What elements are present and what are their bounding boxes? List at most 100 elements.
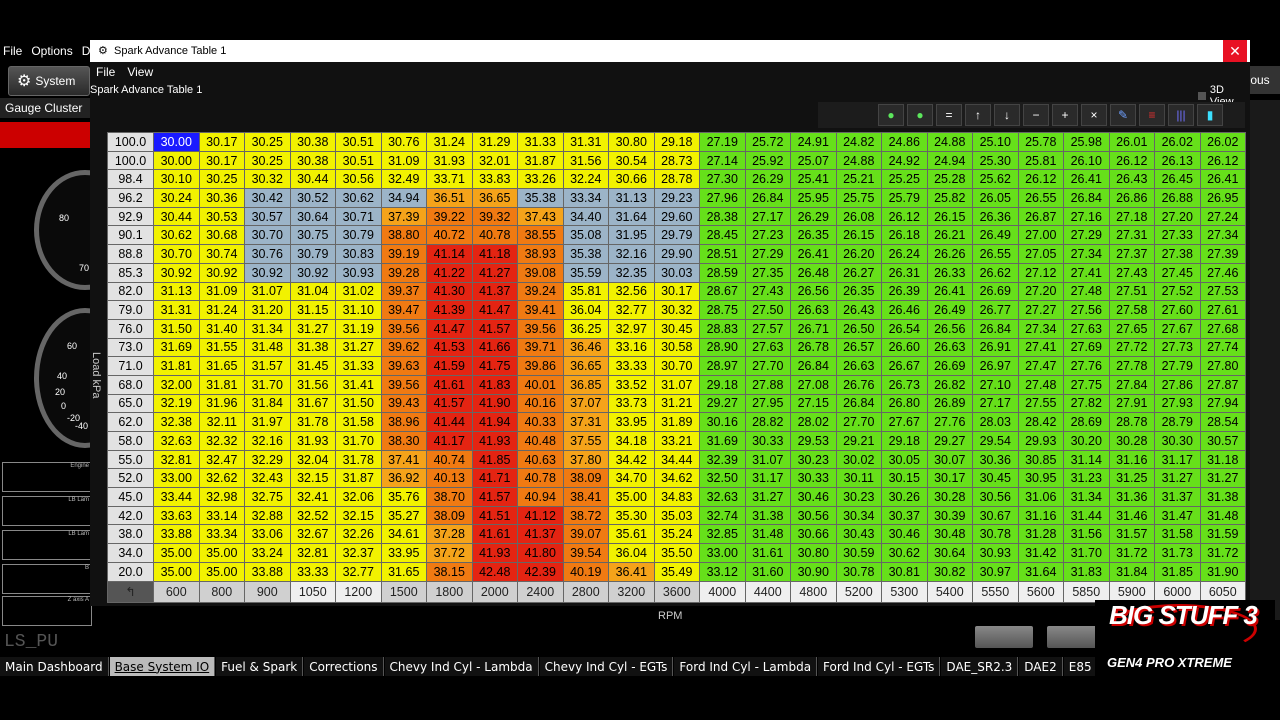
- table-cell[interactable]: 32.15: [335, 505, 382, 526]
- table-cell[interactable]: 30.66: [608, 169, 655, 190]
- table-cell[interactable]: 38.72: [562, 505, 609, 526]
- table-cell[interactable]: 30.81: [881, 561, 928, 582]
- table-cell[interactable]: 27.48: [1017, 374, 1064, 395]
- table-cell[interactable]: 27.72: [1108, 337, 1155, 358]
- table-cell[interactable]: 30.28: [926, 487, 973, 507]
- load-header-cell[interactable]: 65.0: [107, 393, 154, 414]
- table-cell[interactable]: 41.61: [426, 374, 473, 395]
- table-cell[interactable]: 31.27: [289, 318, 336, 339]
- table-cell[interactable]: 31.07: [244, 281, 291, 302]
- table-cell[interactable]: 42.39: [517, 561, 564, 582]
- table-cell[interactable]: 26.49: [926, 300, 973, 320]
- table-cell[interactable]: 31.02: [335, 281, 382, 302]
- table-cell[interactable]: 41.66: [471, 337, 518, 358]
- table-cell[interactable]: 30.78: [835, 561, 882, 582]
- table-cell[interactable]: 30.68: [198, 225, 245, 246]
- table-cell[interactable]: 30.17: [198, 132, 245, 152]
- table-cell[interactable]: 26.35: [790, 225, 837, 246]
- table-cell[interactable]: 27.56: [1063, 300, 1110, 320]
- rpm-header-cell[interactable]: 5300: [881, 580, 928, 603]
- table-cell[interactable]: 32.56: [608, 281, 655, 302]
- table-cell[interactable]: 30.17: [198, 150, 245, 171]
- table-cell[interactable]: 31.46: [1108, 505, 1155, 526]
- table-cell[interactable]: 41.27: [471, 262, 518, 283]
- table-cell[interactable]: 30.16: [699, 412, 746, 432]
- table-cell[interactable]: 39.41: [517, 300, 564, 320]
- table-cell[interactable]: 30.17: [926, 468, 973, 489]
- table-cell[interactable]: 38.70: [426, 487, 473, 507]
- table-cell[interactable]: 31.84: [244, 393, 291, 414]
- table-cell[interactable]: 38.55: [517, 225, 564, 246]
- table-cell[interactable]: 30.39: [926, 505, 973, 526]
- table-cell[interactable]: 30.52: [289, 188, 336, 208]
- table-cell[interactable]: 26.56: [790, 281, 837, 302]
- table-cell[interactable]: 33.63: [153, 505, 200, 526]
- load-header-cell[interactable]: 100.0: [107, 150, 154, 171]
- table-cell[interactable]: 37.31: [562, 412, 609, 432]
- table-cell[interactable]: 31.93: [426, 150, 473, 171]
- table-cell[interactable]: 26.12: [881, 206, 928, 227]
- table-cell[interactable]: 26.05: [972, 188, 1019, 208]
- table-cell[interactable]: 31.56: [1063, 524, 1110, 545]
- tab-item[interactable]: Ford Ind Cyl - Lambda: [674, 657, 818, 676]
- table-cell[interactable]: 38.41: [562, 487, 609, 507]
- table-cell[interactable]: 31.42: [1017, 543, 1064, 563]
- table-cell[interactable]: 31.04: [289, 281, 336, 302]
- table-cell[interactable]: 27.14: [699, 150, 746, 171]
- table-cell[interactable]: 31.07: [744, 449, 791, 470]
- table-cell[interactable]: 33.33: [608, 356, 655, 376]
- table-cell[interactable]: 41.57: [471, 487, 518, 507]
- table-cell[interactable]: 31.15: [289, 300, 336, 320]
- table-cell[interactable]: 30.67: [972, 505, 1019, 526]
- table-cell[interactable]: 32.38: [153, 412, 200, 432]
- table-cell[interactable]: 27.23: [744, 225, 791, 246]
- table-cell[interactable]: 41.94: [471, 412, 518, 432]
- table-cell[interactable]: 26.39: [881, 281, 928, 302]
- table-cell[interactable]: 27.39: [1199, 244, 1246, 264]
- table-cell[interactable]: 26.50: [835, 318, 882, 339]
- table-cell[interactable]: 36.65: [471, 188, 518, 208]
- table-cell[interactable]: 25.95: [790, 188, 837, 208]
- table-cell[interactable]: 41.47: [426, 318, 473, 339]
- table-cell[interactable]: 24.82: [835, 132, 882, 152]
- table-cell[interactable]: 29.93: [1017, 431, 1064, 451]
- table-cell[interactable]: 34.62: [653, 468, 700, 489]
- load-header-cell[interactable]: 76.0: [107, 318, 154, 339]
- table-cell[interactable]: 32.98: [198, 487, 245, 507]
- table-cell[interactable]: 30.62: [153, 225, 200, 246]
- table-cell[interactable]: 32.88: [244, 505, 291, 526]
- table-cell[interactable]: 32.15: [289, 468, 336, 489]
- table-cell[interactable]: 33.71: [426, 169, 473, 190]
- table-cell[interactable]: 27.33: [1154, 225, 1201, 246]
- table-cell[interactable]: 31.97: [244, 412, 291, 432]
- table-cell[interactable]: 27.50: [744, 300, 791, 320]
- table-cell[interactable]: 31.48: [744, 524, 791, 545]
- table-cell[interactable]: 26.87: [1017, 206, 1064, 227]
- table-cell[interactable]: 29.21: [835, 431, 882, 451]
- table-cell[interactable]: 26.84: [835, 393, 882, 414]
- table-cell[interactable]: 41.80: [517, 543, 564, 563]
- table-cell[interactable]: 26.20: [835, 244, 882, 264]
- table-cell[interactable]: 27.16: [1063, 206, 1110, 227]
- table-cell[interactable]: 25.82: [926, 188, 973, 208]
- table-cell[interactable]: 31.20: [244, 300, 291, 320]
- table-cell[interactable]: 25.25: [881, 169, 928, 190]
- tab-item[interactable]: Base System IO: [109, 657, 216, 676]
- table-cell[interactable]: 30.44: [153, 206, 200, 227]
- table-cell[interactable]: 26.56: [926, 318, 973, 339]
- table-cell[interactable]: 33.88: [244, 561, 291, 582]
- table-cell[interactable]: 29.23: [653, 188, 700, 208]
- table-cell[interactable]: 30.32: [653, 300, 700, 320]
- table-cell[interactable]: 25.41: [790, 169, 837, 190]
- table-cell[interactable]: 29.90: [653, 244, 700, 264]
- table-cell[interactable]: 31.07: [653, 374, 700, 395]
- table-cell[interactable]: 25.78: [1017, 132, 1064, 152]
- table-cell[interactable]: 31.27: [1199, 468, 1246, 489]
- table-cell[interactable]: 27.73: [1154, 337, 1201, 358]
- table-cell[interactable]: 28.73: [653, 150, 700, 171]
- table-cell[interactable]: 33.34: [562, 188, 609, 208]
- table-cell[interactable]: 41.39: [426, 300, 473, 320]
- table-cell[interactable]: 27.08: [790, 374, 837, 395]
- table-cell[interactable]: 29.18: [653, 132, 700, 152]
- table-cell[interactable]: 30.70: [653, 356, 700, 376]
